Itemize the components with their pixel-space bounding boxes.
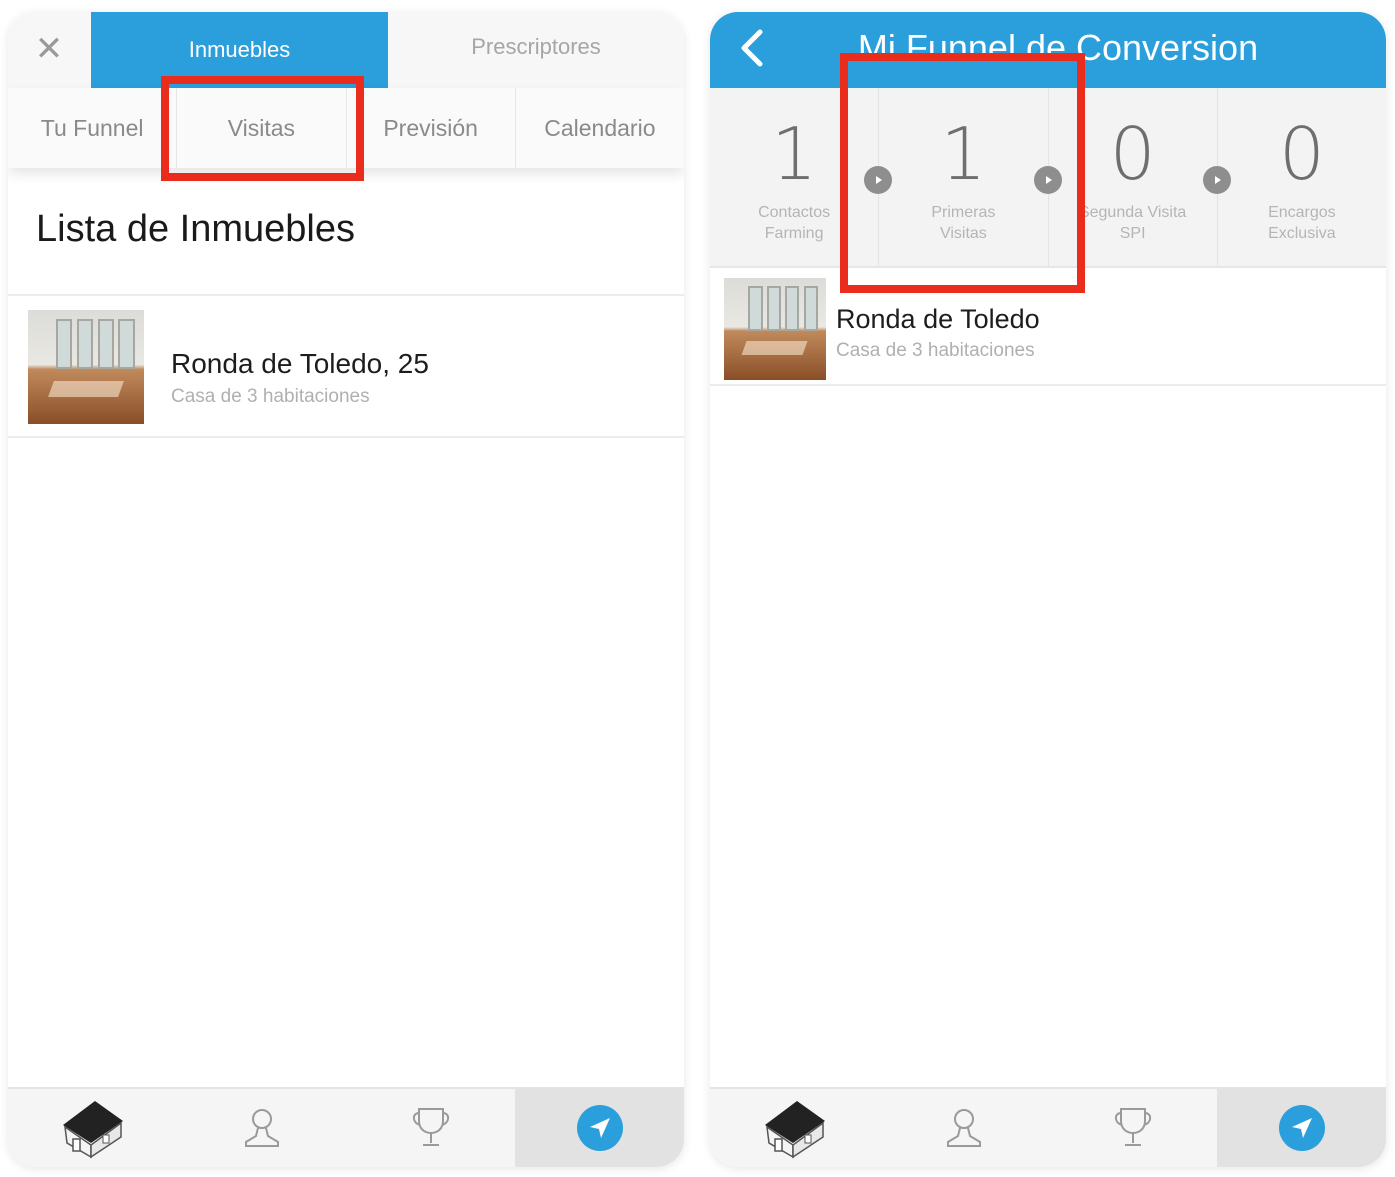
nav-achievements[interactable] — [346, 1089, 515, 1167]
nav-achievements[interactable] — [1048, 1089, 1217, 1167]
list-item-subtitle: Casa de 3 habitaciones — [836, 340, 1035, 361]
stat-value: 0 — [1278, 112, 1325, 196]
nav-home[interactable] — [8, 1089, 177, 1167]
bottom-nav-bar — [710, 1087, 1386, 1167]
property-thumbnail — [28, 310, 144, 424]
tab-prescriptores[interactable]: Prescriptores — [388, 12, 684, 88]
subtab-calendario[interactable]: Calendario — [516, 88, 684, 168]
subtab-tu-funnel[interactable]: Tu Funnel — [8, 88, 178, 168]
bottom-nav-bar — [8, 1087, 684, 1167]
divider — [710, 384, 1386, 386]
user-icon — [244, 1109, 279, 1147]
close-icon[interactable]: ✕ — [28, 28, 70, 70]
stat-encargos-exclusiva[interactable]: 0 Encargos Exclusiva — [1218, 88, 1386, 266]
subtab-prevision[interactable]: Previsión — [347, 88, 516, 168]
home-icon — [62, 1101, 123, 1159]
stat-label: Encargos Exclusiva — [1268, 204, 1336, 242]
list-item[interactable]: Ronda de Toledo, 25 Casa de 3 habitacion… — [8, 296, 684, 436]
nav-navigation[interactable] — [515, 1089, 684, 1167]
section-title: Lista de Inmuebles — [36, 208, 355, 250]
divider — [8, 436, 684, 438]
user-icon — [946, 1109, 981, 1147]
list-item-title: Ronda de Toledo — [836, 304, 1040, 334]
highlight-box-visitas — [161, 76, 364, 181]
highlight-box-primeras-visitas — [840, 53, 1085, 293]
left-phone-screen: ✕ Inmuebles Prescriptores Tu Funnel Visi… — [8, 12, 684, 1167]
list-item-title: Ronda de Toledo, 25 — [171, 348, 429, 379]
nav-navigation[interactable] — [1217, 1089, 1386, 1167]
chevron-right-icon — [1202, 166, 1231, 194]
trophy-icon — [412, 1108, 449, 1146]
nav-profile[interactable] — [879, 1089, 1048, 1167]
nav-home[interactable] — [710, 1089, 879, 1167]
nav-profile[interactable] — [177, 1089, 346, 1167]
home-icon — [764, 1101, 825, 1159]
navigation-icon — [576, 1105, 623, 1151]
property-thumbnail — [724, 278, 826, 380]
navigation-icon — [1278, 1105, 1325, 1151]
list-item-subtitle: Casa de 3 habitaciones — [171, 386, 370, 407]
trophy-icon — [1114, 1108, 1151, 1146]
